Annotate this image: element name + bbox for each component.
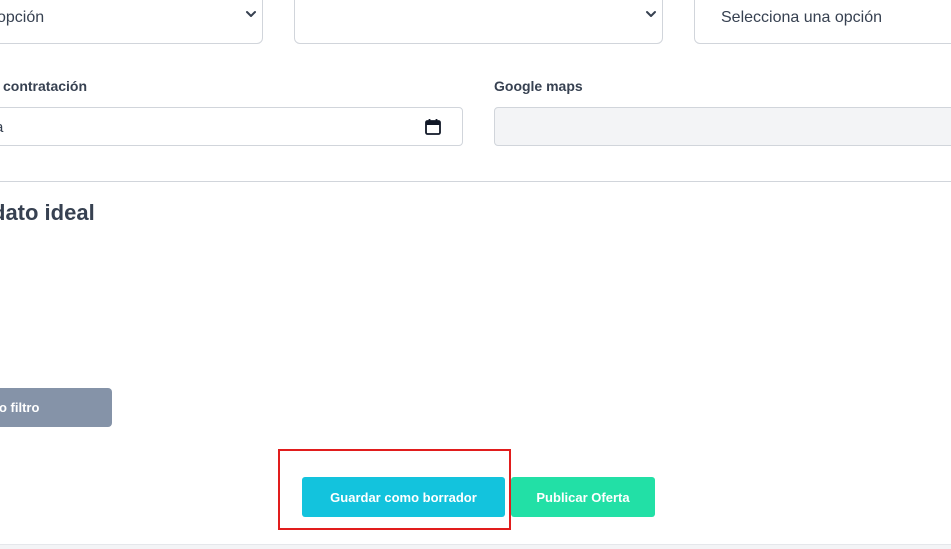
- save-draft-button[interactable]: Guardar como borrador: [302, 477, 505, 517]
- section-title: dato ideal: [0, 200, 95, 225]
- filter-button[interactable]: o filtro: [0, 388, 112, 427]
- chevron-down-icon: [646, 11, 656, 17]
- hire-date-value: a: [0, 119, 3, 136]
- footer-divider: [0, 544, 951, 549]
- google-maps-label: Google maps: [494, 78, 583, 94]
- select-field-1-value: opción: [0, 9, 45, 26]
- hire-date-label: contratación: [3, 78, 88, 94]
- google-maps-input[interactable]: [494, 107, 951, 146]
- hire-date-input[interactable]: a: [0, 107, 463, 146]
- select-field-3[interactable]: Selecciona una opción: [694, 0, 951, 44]
- section-divider: [0, 181, 951, 182]
- select-field-2[interactable]: [294, 0, 663, 44]
- calendar-icon[interactable]: [424, 118, 442, 136]
- job-offer-form: opción Selecciona una opción contratació…: [0, 0, 951, 549]
- chevron-down-icon: [246, 11, 256, 17]
- select-field-1[interactable]: opción: [0, 0, 263, 44]
- select-field-3-value: Selecciona una opción: [721, 9, 883, 26]
- publish-offer-button[interactable]: Publicar Oferta: [511, 477, 655, 517]
